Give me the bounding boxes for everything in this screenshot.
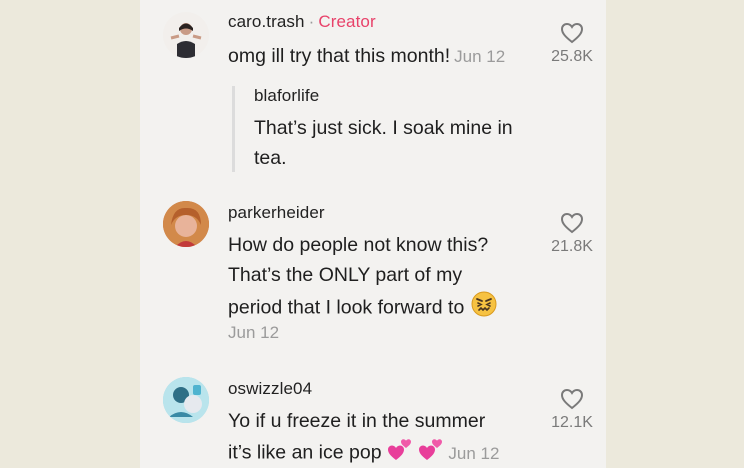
comment-text: How do people not know this? That’s the … <box>228 230 498 327</box>
comment-text: Yo if u freeze it in the summer it’s lik… <box>228 406 499 468</box>
reply-username[interactable]: blaforlife <box>254 86 319 106</box>
like-button[interactable]: 12.1K <box>542 388 602 432</box>
comment-line-2-text: it’s like an ice pop <box>228 441 382 464</box>
comment-line-2: That’s the ONLY part of my <box>228 264 463 286</box>
comment-line-1: Yo if u freeze it in the summer <box>228 410 486 432</box>
avatar-parkerheider[interactable] <box>163 201 209 247</box>
two-hearts-emoji <box>418 436 444 468</box>
comment-username[interactable]: oswizzle04 <box>228 379 312 399</box>
comment-text: omg ill try that this month! Jun 12 <box>228 41 505 72</box>
reply-text: That’s just sick. I soak mine in tea. <box>254 113 513 173</box>
comment-line-3: period that I look forward to <box>228 290 498 327</box>
like-button[interactable]: 25.8K <box>542 22 602 66</box>
comment-date: Jun 12 <box>454 47 506 66</box>
heart-outline-icon <box>560 22 584 44</box>
reply-line-1: That’s just sick. I soak mine in <box>254 117 513 139</box>
like-count: 21.8K <box>551 238 593 255</box>
comment-date: Jun 12 <box>448 443 500 463</box>
comment-line-3-text: period that I look forward to <box>228 296 465 319</box>
comment-line-1: How do people not know this? <box>228 234 489 256</box>
creator-badge: Creator <box>318 12 376 31</box>
reply-line-2: tea. <box>254 147 287 169</box>
confounded-face-emoji <box>470 290 498 327</box>
like-count: 12.1K <box>551 414 593 431</box>
avatar-oswizzle04[interactable] <box>163 377 209 423</box>
like-count: 25.8K <box>551 48 593 65</box>
comments-panel: caro.trash · Creator omg ill try that this… <box>140 0 606 468</box>
comment-date: Jun 12 <box>228 323 280 342</box>
reply-thread-line <box>232 86 235 172</box>
avatar-caro-trash[interactable] <box>163 12 209 58</box>
heart-outline-icon <box>560 212 584 234</box>
separator-dot: · <box>308 12 315 31</box>
heart-outline-icon <box>560 388 584 410</box>
two-hearts-emoji <box>387 436 413 468</box>
username-text[interactable]: caro.trash <box>228 12 305 31</box>
comment-line-2: it’s like an ice pop Jun 12 <box>228 436 499 468</box>
comment-body: omg ill try that this month! <box>228 45 451 67</box>
comment-username[interactable]: parkerheider <box>228 203 325 223</box>
like-button[interactable]: 21.8K <box>542 212 602 256</box>
comment-username[interactable]: caro.trash · Creator <box>228 12 376 32</box>
